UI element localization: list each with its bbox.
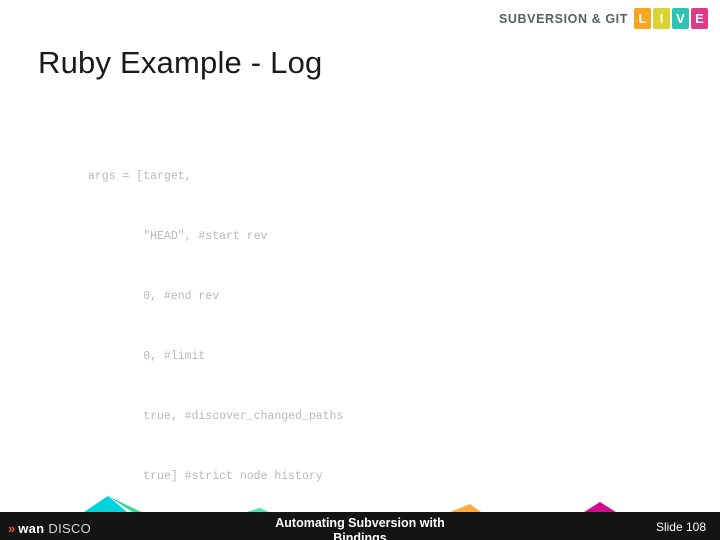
- code-line: args = [target,: [88, 170, 192, 183]
- live-letter-v: V: [672, 8, 689, 29]
- logo-text: SUBVERSION & GIT: [498, 11, 628, 26]
- footer-line-1: Automating Subversion with: [275, 516, 445, 530]
- code-line: 0, #limit: [88, 350, 206, 363]
- page-title: Ruby Example - Log: [38, 45, 323, 80]
- footer-line-2: Bindings: [333, 531, 387, 540]
- footer-center-text: Automating Subversion with Bindings: [0, 516, 720, 540]
- code-line: true, #discover_changed_paths: [88, 410, 344, 423]
- live-blocks: L I V E: [634, 8, 708, 29]
- live-letter-l: L: [634, 8, 651, 29]
- code-line: 0, #end rev: [88, 290, 220, 303]
- slide-number: Slide 108: [655, 520, 706, 534]
- subversion-git-live-logo: SUBVERSION & GIT L I V E: [499, 8, 708, 29]
- live-letter-i: I: [653, 8, 670, 29]
- code-line: "HEAD", #start rev: [88, 230, 268, 243]
- slide: SUBVERSION & GIT L I V E Ruby Example - …: [0, 0, 720, 540]
- live-letter-e: E: [691, 8, 708, 29]
